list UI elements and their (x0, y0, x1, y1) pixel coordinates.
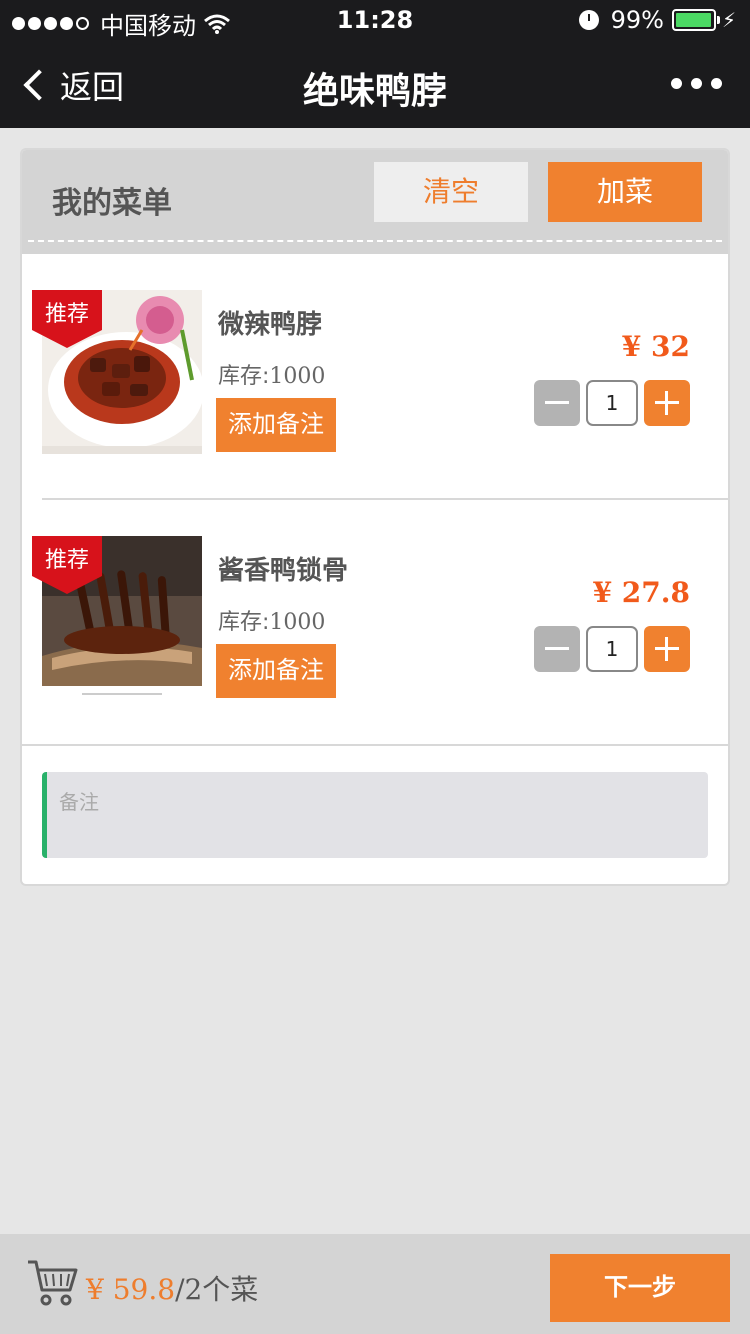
order-total: ¥ 59.8/2个菜 (86, 1268, 258, 1308)
recommend-badge-label: 推荐 (44, 548, 89, 573)
menu-card: 我的菜单 清空 加菜 推荐 微辣鸭脖 库存:1000 添加备注 ¥ 32 1 推… (20, 148, 730, 886)
stock-value: 1000 (269, 610, 326, 635)
quantity-stepper: 1 (534, 626, 690, 672)
top-bar: 中国移动 11:28 99% ⚡ 返回 绝味鸭脖 (0, 0, 750, 128)
bottom-bar: ¥ 59.8/2个菜 下一步 (0, 1234, 750, 1334)
page-title: 绝味鸭脖 (302, 71, 447, 112)
battery-icon (671, 9, 720, 31)
total-amount: ¥ 59.8 (86, 1273, 176, 1306)
dashed-divider (28, 240, 722, 242)
cart-icon[interactable] (26, 1256, 78, 1308)
menu-header: 我的菜单 清空 加菜 (22, 150, 728, 254)
nav-bar: 返回 绝味鸭脖 (0, 40, 750, 128)
dish-count: /2个菜 (175, 1273, 259, 1306)
status-right: 99% ⚡ (578, 6, 736, 34)
add-dish-button[interactable]: 加菜 (548, 162, 702, 222)
dish-stock: 库存:1000 (218, 358, 325, 390)
quantity-input[interactable]: 1 (586, 380, 638, 426)
status-bar: 中国移动 11:28 99% ⚡ (0, 0, 750, 40)
decrease-button[interactable] (534, 380, 580, 426)
add-note-button[interactable]: 添加备注 (216, 644, 336, 698)
stock-value: 1000 (269, 364, 326, 389)
increase-button[interactable] (644, 380, 690, 426)
increase-button[interactable] (644, 626, 690, 672)
decrease-button[interactable] (534, 626, 580, 672)
add-note-button[interactable]: 添加备注 (216, 398, 336, 452)
quantity-stepper: 1 (534, 380, 690, 426)
dish-item: 推荐 酱香鸭锁骨 库存:1000 添加备注 ¥ 27.8 1 (22, 500, 728, 746)
alarm-icon (578, 10, 599, 30)
battery-percent: 99% (610, 6, 664, 34)
stock-label: 库存: (218, 364, 270, 389)
dish-stock: 库存:1000 (218, 604, 325, 636)
dish-price: ¥ 27.8 (592, 576, 690, 609)
clear-button[interactable]: 清空 (374, 162, 528, 222)
dish-item: 推荐 微辣鸭脖 库存:1000 添加备注 ¥ 32 1 (22, 254, 728, 500)
quantity-input[interactable]: 1 (586, 626, 638, 672)
dish-name: 酱香鸭锁骨 (218, 556, 349, 586)
dish-name: 微辣鸭脖 (218, 310, 323, 340)
charging-icon: ⚡ (721, 8, 736, 32)
recommend-badge-label: 推荐 (44, 302, 89, 327)
remark-input[interactable]: 备注 (42, 772, 708, 858)
stock-label: 库存: (218, 610, 270, 635)
menu-title: 我的菜单 (52, 186, 172, 221)
more-menu-button[interactable] (662, 78, 722, 89)
next-step-button[interactable]: 下一步 (550, 1254, 730, 1322)
section-divider (22, 744, 728, 746)
dish-price: ¥ 32 (621, 330, 690, 363)
